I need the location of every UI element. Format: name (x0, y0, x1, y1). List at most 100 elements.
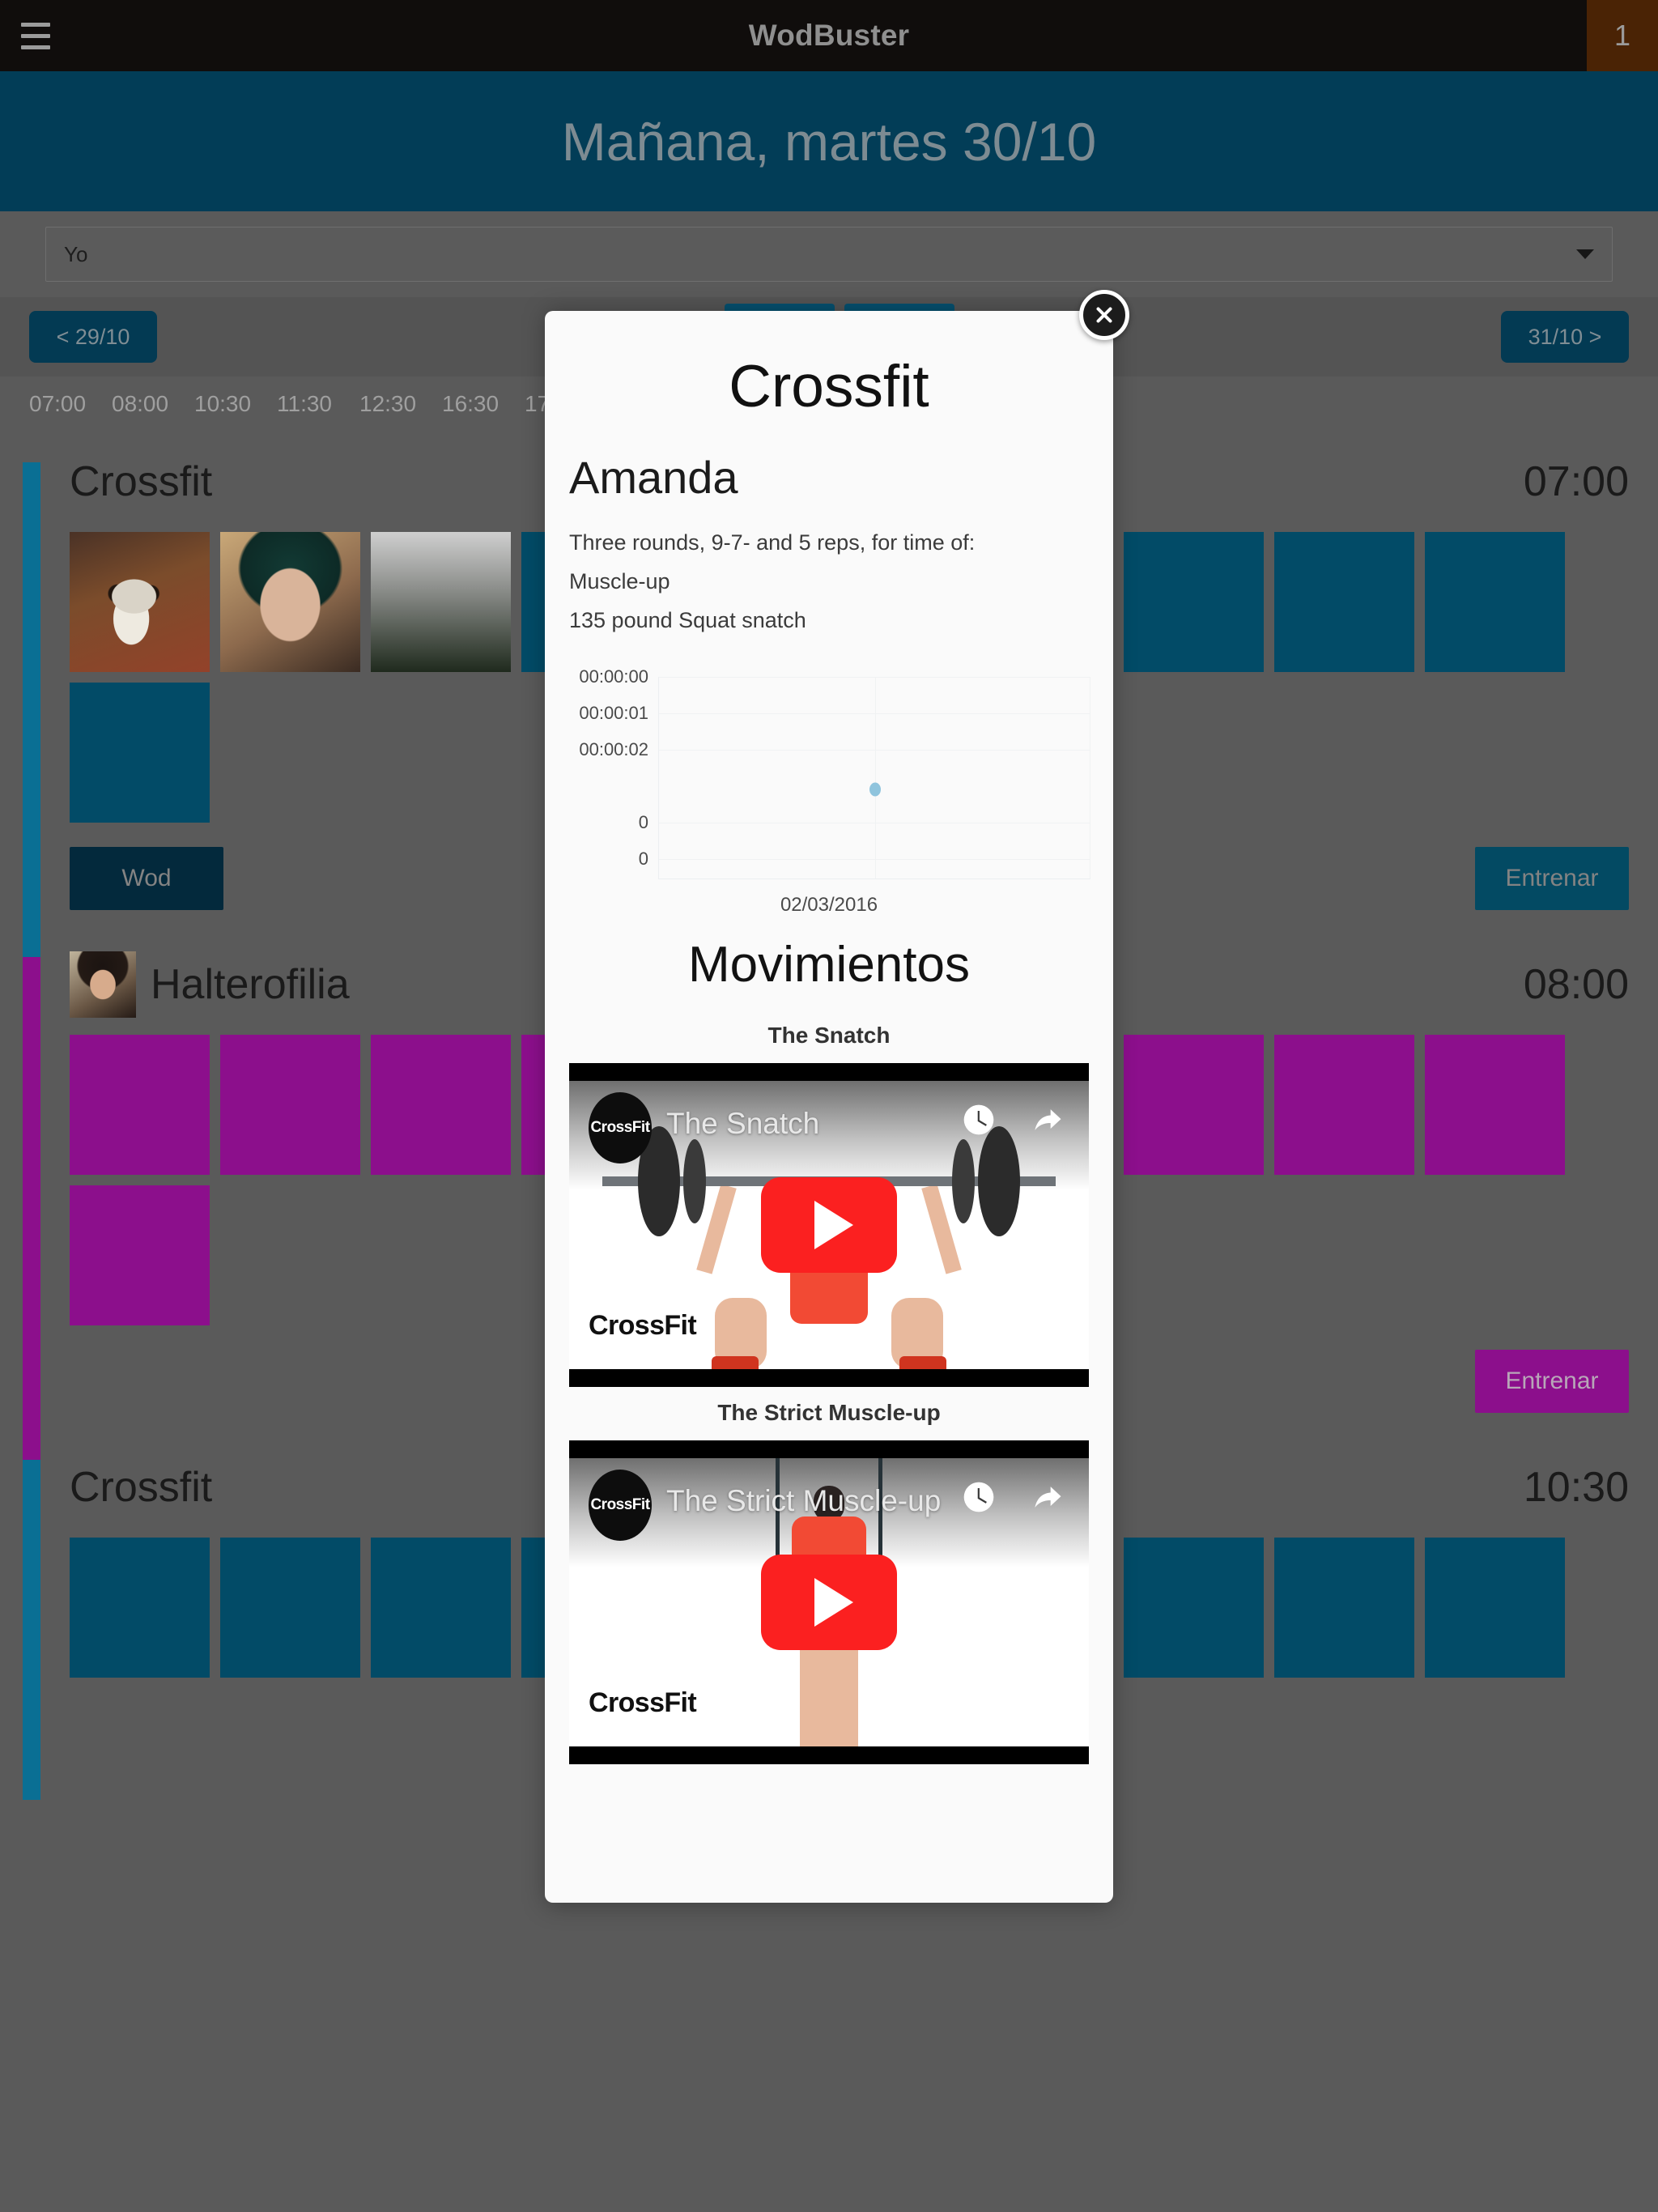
athlete-shoe (712, 1356, 759, 1369)
chart-y-tick: 00:00:02 (579, 739, 648, 759)
share-icon[interactable] (1029, 1102, 1066, 1142)
empty-slot[interactable] (70, 1035, 210, 1175)
booked-slot-avatar[interactable] (70, 532, 210, 672)
video-embed-muscleup[interactable]: CrossFit The Strict Muscle-up CrossFit (569, 1440, 1089, 1764)
video-title[interactable]: The Snatch (666, 1107, 819, 1141)
time-chip[interactable]: 10:30 (194, 391, 277, 417)
barbell-plate (952, 1139, 975, 1223)
chart-data-point[interactable] (869, 782, 881, 797)
user-select[interactable]: Yo (45, 227, 1613, 282)
chart-y-axis: 00:00:00 00:00:01 00:00:02 0 0 (559, 666, 655, 918)
movement-name: The Snatch (767, 1023, 891, 1048)
wod-detail-modal: Crossfit Amanda Three rounds, 9-7- and 5… (545, 311, 1113, 1903)
athlete-shoe (899, 1356, 946, 1369)
wod-description: Three rounds, 9-7- and 5 reps, for time … (545, 512, 1113, 640)
empty-slot[interactable] (220, 1035, 360, 1175)
crossfit-channel-logo-icon[interactable]: CrossFit (589, 1470, 652, 1541)
date-header: Mañana, martes 30/10 (0, 71, 1658, 211)
prev-day-button[interactable]: < 29/10 (29, 311, 157, 363)
modal-title: Crossfit (729, 354, 929, 419)
app-title: WodBuster (748, 19, 910, 52)
results-chart: 00:00:00 00:00:01 00:00:02 0 0 02/03/201… (559, 666, 1099, 918)
chart-plot-area (658, 677, 1090, 879)
youtube-play-icon[interactable] (761, 1177, 897, 1273)
class-accent-bar (23, 1460, 40, 1800)
user-select-value: Yo (64, 241, 88, 266)
athlete-legs (800, 1635, 858, 1746)
crossfit-channel-logo-icon[interactable]: CrossFit (589, 1092, 652, 1163)
empty-slot[interactable] (70, 683, 210, 823)
clock-icon[interactable] (961, 1479, 997, 1519)
empty-slot[interactable] (1124, 1035, 1264, 1175)
entrenar-button[interactable]: Entrenar (1475, 847, 1629, 910)
wod-name: Amanda (569, 452, 738, 503)
class-title: Halterofilia (151, 961, 350, 1008)
empty-slot[interactable] (1274, 1538, 1414, 1678)
class-time: 07:00 (1523, 458, 1629, 505)
video-actions (961, 1102, 1066, 1142)
empty-slot[interactable] (220, 1538, 360, 1678)
wod-description-line: Three rounds, 9-7- and 5 reps, for time … (569, 530, 976, 555)
class-time: 10:30 (1523, 1464, 1629, 1511)
time-chip[interactable]: 07:00 (29, 391, 112, 417)
time-chip[interactable]: 16:30 (442, 391, 525, 417)
time-chip[interactable]: 08:00 (112, 391, 194, 417)
empty-slot[interactable] (70, 1185, 210, 1325)
app-bar: WodBuster 1 (0, 0, 1658, 71)
movement-name: The Strict Muscle-up (717, 1400, 941, 1425)
empty-slot[interactable] (371, 1538, 511, 1678)
video-frame: CrossFit The Strict Muscle-up CrossFit (569, 1458, 1089, 1746)
class-time: 08:00 (1523, 961, 1629, 1008)
clock-icon[interactable] (961, 1102, 997, 1142)
chart-y-tick: 0 (638, 812, 648, 832)
empty-slot[interactable] (371, 1035, 511, 1175)
time-chip[interactable]: 12:30 (359, 391, 442, 417)
class-title: Crossfit (70, 1464, 213, 1511)
notification-badge[interactable]: 1 (1587, 0, 1658, 71)
chart-gridline (874, 677, 876, 878)
booked-slot-avatar[interactable] (371, 532, 511, 672)
barbell-plate (978, 1126, 1020, 1236)
youtube-play-icon[interactable] (761, 1555, 897, 1650)
crossfit-watermark: CrossFit (589, 1310, 697, 1341)
crossfit-watermark: CrossFit (589, 1687, 697, 1718)
video-letterbox-bottom (569, 1746, 1089, 1764)
video-letterbox-bottom (569, 1369, 1089, 1387)
video-embed-snatch[interactable]: CrossFit The Snatch CrossFit (569, 1063, 1089, 1387)
video-letterbox-top (569, 1063, 1089, 1081)
chart-y-tick: 00:00:00 (579, 666, 648, 687)
close-icon[interactable] (1079, 290, 1129, 340)
empty-slot[interactable] (70, 1538, 210, 1678)
class-accent-bar (23, 957, 40, 1483)
time-chip[interactable]: 11:30 (277, 391, 359, 417)
next-day-button[interactable]: 31/10 > (1501, 311, 1629, 363)
wod-description-line: Muscle-up (569, 569, 670, 593)
user-select-row: Yo (0, 211, 1658, 297)
video-letterbox-top (569, 1440, 1089, 1458)
empty-slot[interactable] (1425, 1538, 1565, 1678)
play-triangle (814, 1578, 853, 1627)
booked-slot-avatar[interactable] (220, 532, 360, 672)
video-title[interactable]: The Strict Muscle-up (666, 1484, 941, 1518)
empty-slot[interactable] (1274, 1035, 1414, 1175)
empty-slot[interactable] (1274, 532, 1414, 672)
video-frame: CrossFit The Snatch CrossFit (569, 1081, 1089, 1369)
share-icon[interactable] (1029, 1479, 1066, 1519)
class-title: Crossfit (70, 458, 213, 505)
chart-x-tick: 02/03/2016 (780, 894, 878, 916)
coach-avatar[interactable] (70, 951, 136, 1018)
empty-slot[interactable] (1124, 1538, 1264, 1678)
chart-y-tick: 0 (638, 849, 648, 869)
play-triangle (814, 1201, 853, 1249)
chevron-down-icon (1576, 249, 1594, 259)
movements-title: Movimientos (688, 937, 970, 993)
empty-slot[interactable] (1124, 532, 1264, 672)
entrenar-button[interactable]: Entrenar (1475, 1350, 1629, 1413)
empty-slot[interactable] (1425, 1035, 1565, 1175)
empty-slot[interactable] (1425, 532, 1565, 672)
video-actions (961, 1479, 1066, 1519)
barbell-plate (683, 1139, 706, 1223)
wod-description-line: 135 pound Squat snatch (569, 608, 806, 632)
date-header-title: Mañana, martes 30/10 (561, 111, 1097, 172)
wod-button[interactable]: Wod (70, 847, 223, 910)
